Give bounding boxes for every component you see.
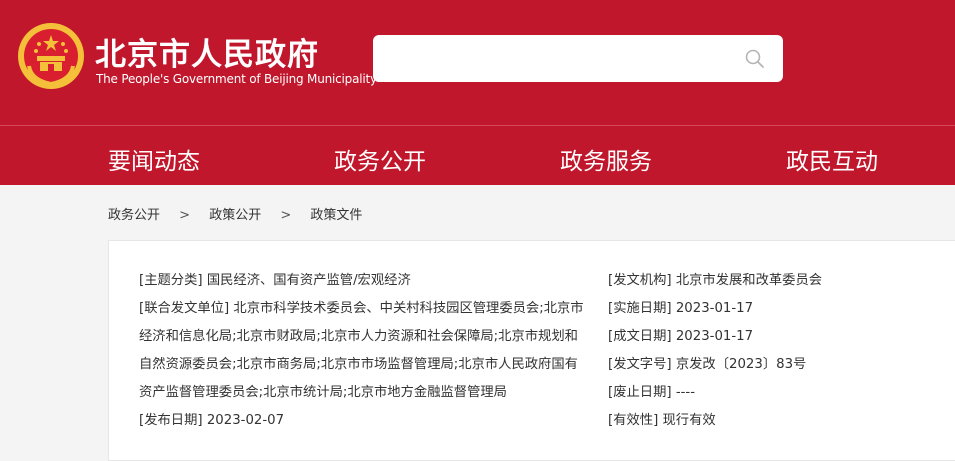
meta-label: [实施日期] (608, 301, 672, 316)
meta-label: [有效性] (608, 413, 659, 428)
document-meta-left: [主题分类] 国民经济、国有资产监管/宏观经济 [联合发文单位] 北京市科学技术… (139, 267, 607, 435)
breadcrumb-item[interactable]: 政策文件 (310, 204, 362, 223)
meta-value: 2023-01-17 (675, 329, 754, 344)
meta-row-co-issuers-cont: 自然资源委员会;北京市商务局;北京市市场监督管理局;北京市人民政府国有 (139, 357, 578, 372)
meta-row-topic: [主题分类] 国民经济、国有资产监管/宏观经济 (139, 267, 607, 295)
national-emblem-icon[interactable] (17, 22, 85, 90)
meta-row-validity: [有效性] 现行有效 (608, 407, 948, 435)
meta-label: [联合发文单位] (139, 301, 230, 316)
meta-row-co-issuers-cont: 经济和信息化局;北京市财政局;北京市人力资源和社会保障局;北京市规划和 (139, 329, 578, 344)
nav-item-interaction[interactable]: 政民互动 (786, 142, 878, 176)
meta-label: [成文日期] (608, 329, 672, 344)
meta-value: ---- (675, 385, 696, 400)
site-header: 北京市人民政府 The People's Government of Beiji… (0, 0, 955, 125)
meta-value: 北京市发展和改革委员会 (675, 273, 823, 288)
meta-row-repeal-date: [废止日期] ---- (608, 379, 948, 407)
meta-label: [发文机构] (608, 273, 672, 288)
meta-row-co-issuers: [联合发文单位] 北京市科学技术委员会、中关村科技园区管理委员会;北京市 (139, 295, 607, 323)
meta-value: 北京市科学技术委员会、中关村科技园区管理委员会;北京市 (233, 301, 584, 316)
breadcrumb-item[interactable]: 政策公开 (209, 204, 261, 223)
meta-row-written-date: [成文日期] 2023-01-17 (608, 323, 948, 351)
meta-value: 国民经济、国有资产监管/宏观经济 (206, 273, 411, 288)
nav-item-gov-services[interactable]: 政务服务 (560, 142, 652, 176)
breadcrumb: 政务公开 > 政策公开 > 政策文件 (108, 204, 362, 223)
meta-label: [发文字号] (608, 357, 672, 372)
meta-label: [发布日期] (139, 413, 203, 428)
document-meta-right: [发文机构] 北京市发展和改革委员会 [实施日期] 2023-01-17 [成文… (608, 267, 948, 435)
breadcrumb-item[interactable]: 政务公开 (108, 204, 160, 223)
main-nav: 要闻动态 政务公开 政务服务 政民互动 (0, 125, 955, 185)
nav-item-news[interactable]: 要闻动态 (108, 142, 200, 176)
meta-row-doc-number: [发文字号] 京发改〔2023〕83号 (608, 351, 948, 379)
meta-row-co-issuers-cont: 资产监督管理委员会;北京市统计局;北京市地方金融监督管理局 (139, 385, 507, 400)
search-input[interactable] (373, 35, 783, 82)
meta-label: [主题分类] (139, 273, 203, 288)
meta-row-publish-date: [发布日期] 2023-02-07 (139, 407, 607, 435)
search-icon[interactable] (740, 44, 770, 74)
site-title[interactable]: 北京市人民政府 (95, 29, 319, 74)
breadcrumb-separator: > (280, 208, 292, 223)
breadcrumb-separator: > (179, 208, 191, 223)
meta-value: 2023-01-17 (675, 301, 754, 316)
meta-label: [废止日期] (608, 385, 672, 400)
meta-value: 2023-02-07 (206, 413, 285, 428)
meta-row-issuer: [发文机构] 北京市发展和改革委员会 (608, 267, 948, 295)
meta-value: 京发改〔2023〕83号 (675, 357, 807, 372)
meta-row-effective-date: [实施日期] 2023-01-17 (608, 295, 948, 323)
site-subtitle: The People's Government of Beijing Munic… (96, 72, 377, 86)
nav-item-gov-affairs-open[interactable]: 政务公开 (334, 142, 426, 176)
meta-value: 现行有效 (662, 413, 716, 428)
